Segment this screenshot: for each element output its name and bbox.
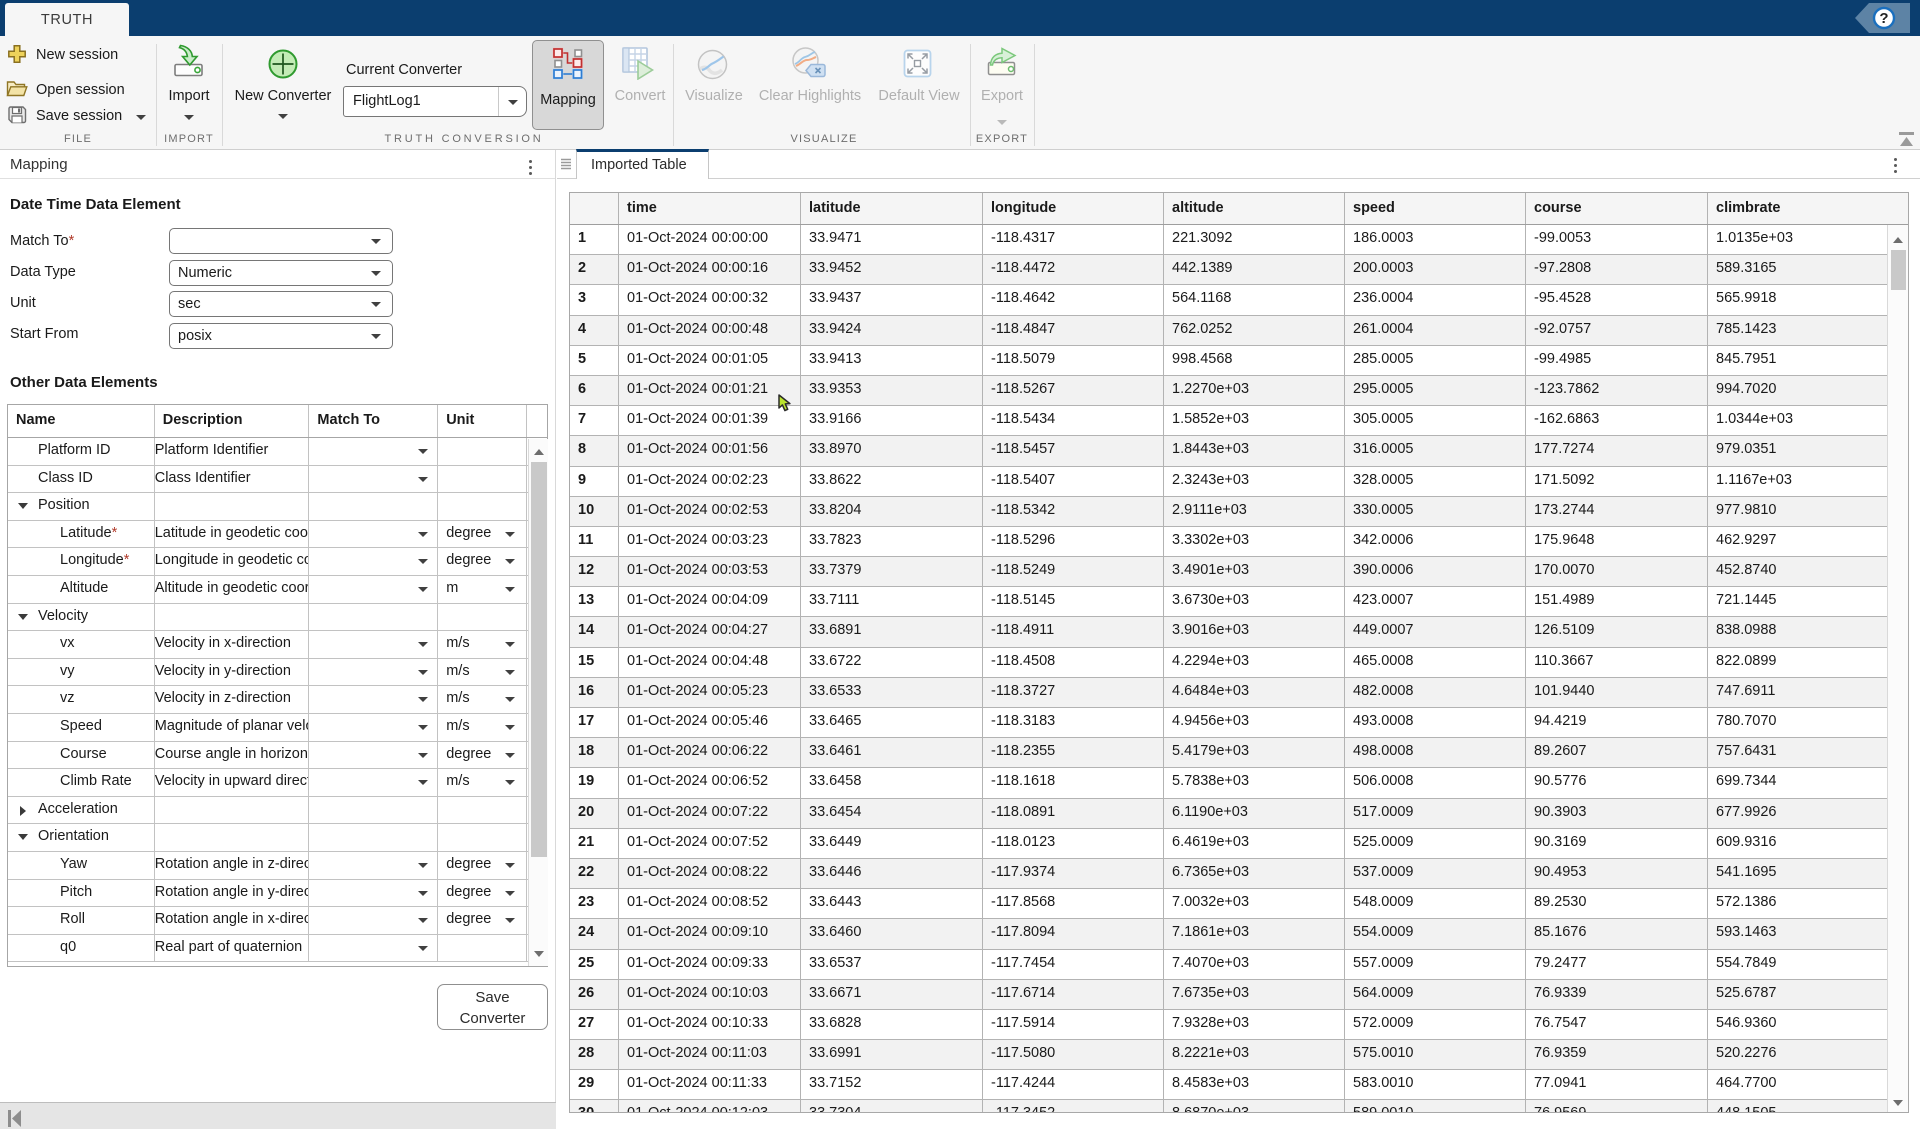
svg-text:?: ? bbox=[1879, 10, 1888, 27]
